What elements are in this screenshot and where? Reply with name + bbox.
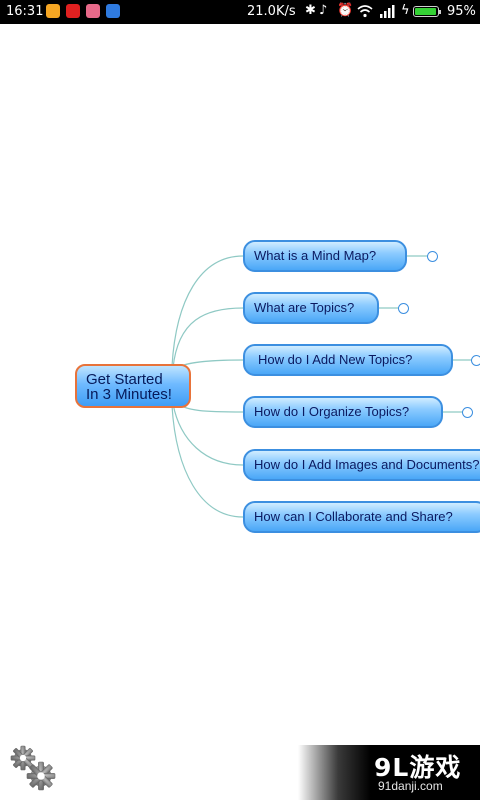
screen: 16:31 21.0K/s ✱ ♪ ⏰ ϟ 95% Get Started In… — [0, 0, 480, 800]
gears-icon[interactable] — [8, 744, 58, 792]
topic-what-is-mind-map[interactable]: What is a Mind Map? — [243, 240, 407, 272]
topic-add-new-topics[interactable]: How do I Add New Topics? — [243, 344, 453, 376]
central-topic[interactable]: Get Started In 3 Minutes! — [75, 364, 191, 408]
topic-label: What is a Mind Map? — [254, 248, 377, 263]
watermark-url: 91danji.com — [378, 779, 443, 793]
central-topic-line1: Get Started — [86, 371, 163, 388]
collapse-toggle-3[interactable] — [471, 355, 480, 366]
collapse-toggle-4[interactable] — [462, 407, 473, 418]
collapse-toggle-1[interactable] — [427, 251, 438, 262]
topic-label: How can I Collaborate and Share? — [254, 509, 453, 524]
watermark: 9L游戏 91danji.com — [298, 745, 480, 800]
connector-6 — [171, 405, 244, 518]
connector-5 — [172, 403, 244, 466]
connector-2 — [172, 307, 244, 369]
collapse-toggle-2[interactable] — [398, 303, 409, 314]
connector-1 — [171, 255, 244, 367]
topic-add-images-documents[interactable]: How do I Add Images and Documents? — [243, 449, 480, 481]
topic-label: How do I Organize Topics? — [254, 404, 410, 419]
topic-what-are-topics[interactable]: What are Topics? — [243, 292, 379, 324]
central-topic-line2: In 3 Minutes! — [86, 386, 172, 403]
topic-collaborate-share[interactable]: How can I Collaborate and Share? — [243, 501, 480, 533]
topic-label: What are Topics? — [254, 300, 355, 315]
topic-organize-topics[interactable]: How do I Organize Topics? — [243, 396, 443, 428]
topic-label: How do I Add New Topics? — [258, 352, 413, 367]
topic-label: How do I Add Images and Documents? — [254, 457, 480, 472]
